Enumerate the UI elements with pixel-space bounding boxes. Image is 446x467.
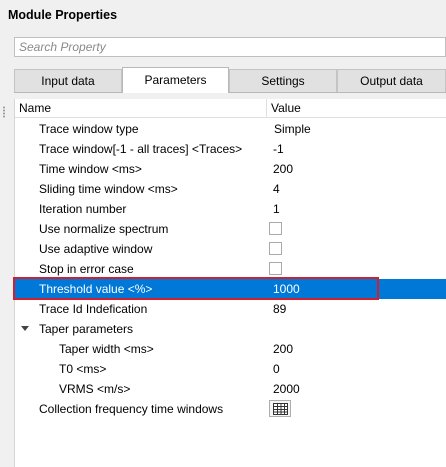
table-edit-button[interactable] xyxy=(269,400,291,417)
tab-settings[interactable]: Settings xyxy=(229,69,337,92)
tab-bar: Input data Parameters Settings Output da… xyxy=(14,67,446,93)
property-name: Sliding time window <ms> xyxy=(39,182,178,196)
property-name: Collection frequency time windows xyxy=(39,402,224,416)
table-icon xyxy=(273,403,288,415)
property-name: T0 <ms> xyxy=(59,362,107,376)
grid-header: Name Value xyxy=(15,99,446,118)
property-name: Threshold value <%> xyxy=(39,282,153,296)
property-row-use-normalize-spectrum[interactable]: Use normalize spectrum xyxy=(15,219,446,239)
property-row-use-adaptive-window[interactable]: Use adaptive window xyxy=(15,239,446,259)
property-row-time-window[interactable]: Time window <ms> 200 xyxy=(15,159,446,179)
property-name: Trace window type xyxy=(39,122,139,136)
group-name: Taper parameters xyxy=(39,322,134,336)
splitter-grip[interactable] xyxy=(3,106,5,118)
property-value[interactable]: 200 xyxy=(273,159,293,179)
property-row-iteration-number[interactable]: Iteration number 1 xyxy=(15,199,446,219)
property-group-taper-parameters[interactable]: Taper parameters xyxy=(15,319,446,339)
property-value[interactable]: 200 xyxy=(273,339,293,359)
property-name: VRMS <m/s> xyxy=(59,382,131,396)
tab-output-data[interactable]: Output data xyxy=(337,69,446,92)
property-grid: Name Value Trace window type Simple Trac… xyxy=(14,99,446,467)
expand-caret-icon[interactable] xyxy=(21,326,29,331)
property-name: Use normalize spectrum xyxy=(39,222,169,236)
search-property-input[interactable]: Search Property xyxy=(14,37,446,57)
property-value[interactable]: 1 xyxy=(273,199,280,219)
property-row-trace-id-indefication[interactable]: Trace Id Indefication 89 xyxy=(15,299,446,319)
property-row-trace-window-type[interactable]: Trace window type Simple xyxy=(15,119,446,139)
property-row-sliding-time-window[interactable]: Sliding time window <ms> 4 xyxy=(15,179,446,199)
property-value[interactable]: -1 xyxy=(273,139,284,159)
property-row-trace-window[interactable]: Trace window[-1 - all traces] <Traces> -… xyxy=(15,139,446,159)
property-name: Trace Id Indefication xyxy=(39,302,148,316)
property-value[interactable]: 0 xyxy=(273,359,280,379)
property-name: Taper width <ms> xyxy=(59,342,154,356)
property-name: Iteration number xyxy=(39,202,127,216)
column-header-name[interactable]: Name xyxy=(15,99,267,117)
property-name: Use adaptive window xyxy=(39,242,153,256)
property-name: Trace window[-1 - all traces] <Traces> xyxy=(39,142,243,156)
property-row-vrms[interactable]: VRMS <m/s> 2000 xyxy=(15,379,446,399)
property-value[interactable]: 2000 xyxy=(273,379,300,399)
property-row-taper-width[interactable]: Taper width <ms> 200 xyxy=(15,339,446,359)
property-name: Time window <ms> xyxy=(39,162,142,176)
property-row-stop-in-error-case[interactable]: Stop in error case xyxy=(15,259,446,279)
stop-in-error-case-checkbox[interactable] xyxy=(269,262,282,275)
panel-title: Module Properties xyxy=(8,8,118,22)
property-row-threshold-value[interactable]: Threshold value <%> 1000 xyxy=(15,279,446,299)
tab-divider xyxy=(14,92,446,93)
property-value[interactable]: 1000 xyxy=(273,279,300,299)
use-normalize-spectrum-checkbox[interactable] xyxy=(269,222,282,235)
property-row-t0[interactable]: T0 <ms> 0 xyxy=(15,359,446,379)
property-value[interactable]: Simple xyxy=(274,119,311,139)
property-value[interactable]: 4 xyxy=(273,179,280,199)
property-value[interactable]: 89 xyxy=(273,299,286,319)
tab-parameters[interactable]: Parameters xyxy=(122,67,229,93)
tab-input-data[interactable]: Input data xyxy=(14,69,122,92)
column-header-value[interactable]: Value xyxy=(267,99,446,117)
property-name: Stop in error case xyxy=(39,262,134,276)
use-adaptive-window-checkbox[interactable] xyxy=(269,242,282,255)
property-row-collection-frequency-time-windows[interactable]: Collection frequency time windows xyxy=(15,399,446,419)
